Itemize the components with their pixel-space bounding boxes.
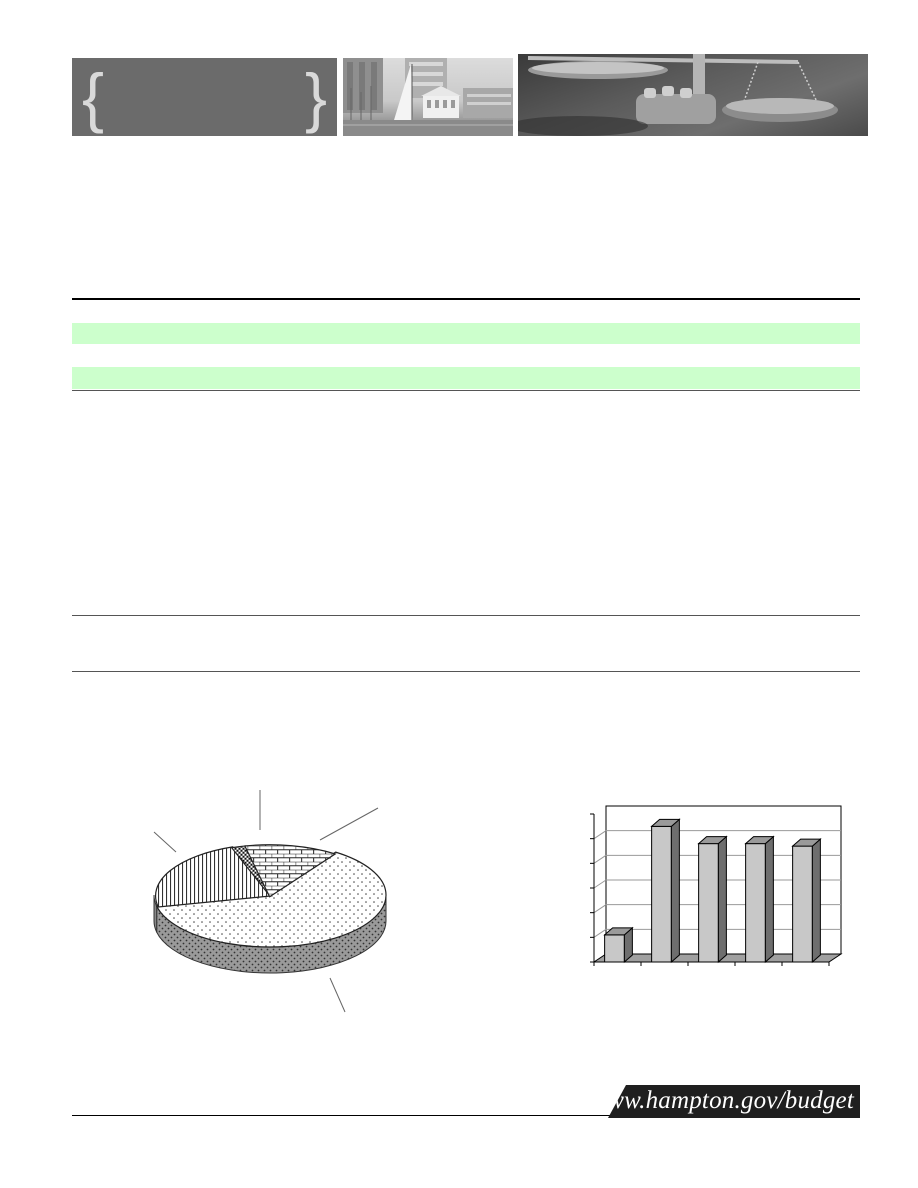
section-rule <box>72 390 860 391</box>
scales-of-justice-photo <box>518 54 868 136</box>
top-rule <box>72 298 860 300</box>
brace-open: { <box>82 60 105 134</box>
bar-chart-gridline <box>593 879 607 889</box>
bar <box>650 818 681 964</box>
footer-url-link[interactable]: www.hampton.gov/budget <box>608 1087 854 1115</box>
pie-leader-line <box>329 977 346 1013</box>
brace-close: } <box>304 60 327 134</box>
pie-leader-line <box>319 807 379 841</box>
bar <box>791 837 822 964</box>
section-rule <box>72 671 860 672</box>
bar-chart <box>584 800 844 975</box>
header-banner-title-panel: { } <box>72 58 337 136</box>
pie-leader-line <box>153 831 177 853</box>
bar-chart-gridline <box>593 904 607 914</box>
section-rule <box>72 615 860 616</box>
section-header-bar <box>72 323 860 344</box>
bar-chart-gridline <box>593 830 607 840</box>
harbor-sailboat-photo <box>343 58 513 136</box>
pie-chart <box>140 780 400 1025</box>
bar-chart-gridline <box>593 854 607 864</box>
bar <box>697 835 728 964</box>
footer-url-badge[interactable]: www.hampton.gov/budget <box>608 1085 860 1118</box>
bar <box>603 926 634 964</box>
bar <box>744 835 775 964</box>
section-header-bar <box>72 367 860 389</box>
